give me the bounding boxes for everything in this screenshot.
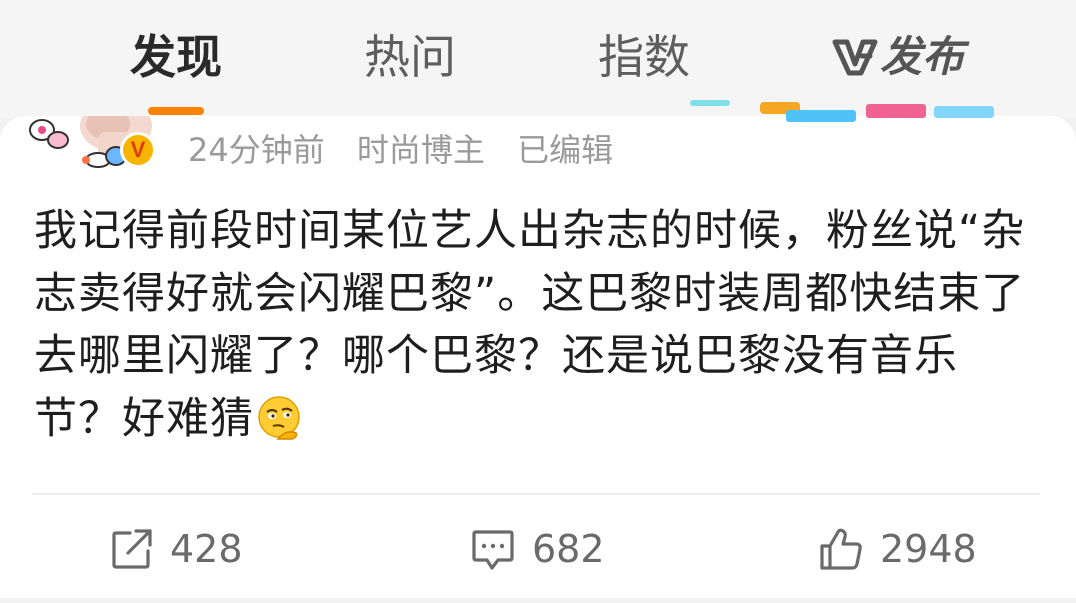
post-body: 我记得前段时间某位艺人出杂志的时候，粉丝说“杂志卖得好就会闪耀巴黎”。这巴黎时装… xyxy=(34,200,1044,450)
tab-hot-questions[interactable]: 热问 xyxy=(360,22,460,92)
comment-button[interactable]: 682 xyxy=(470,522,605,576)
repost-button[interactable]: 428 xyxy=(110,522,243,576)
previous-post-peek xyxy=(690,100,994,122)
active-tab-indicator xyxy=(148,107,204,115)
post-time: 24分钟前 xyxy=(188,131,325,169)
like-count: 2948 xyxy=(880,527,977,571)
comment-icon xyxy=(472,530,514,570)
tab-index[interactable]: 指数 xyxy=(594,22,694,92)
post-text: 我记得前段时间某位艺人出杂志的时候，粉丝说“杂志卖得好就会闪耀巴黎”。这巴黎时装… xyxy=(34,206,1026,444)
like-button[interactable]: 2948 xyxy=(818,522,977,576)
verified-badge-label: V xyxy=(130,137,146,162)
bottom-separator xyxy=(0,598,1076,603)
verified-badge: V xyxy=(120,132,156,168)
share-icon xyxy=(112,529,152,569)
edited-label[interactable]: 已编辑 xyxy=(517,131,613,169)
tab-discover[interactable]: 发现 xyxy=(120,22,232,92)
repost-count: 428 xyxy=(170,527,243,571)
comment-count: 682 xyxy=(532,527,605,571)
publish-label: 发布 xyxy=(880,32,965,81)
author-tag: 时尚博主 xyxy=(356,131,485,169)
post-meta: 24分钟前 时尚博主 已编辑 xyxy=(188,128,635,172)
author-avatar[interactable]: V xyxy=(28,116,156,176)
thinking-face-emoji-icon xyxy=(258,395,300,440)
card-divider xyxy=(32,493,1040,495)
thumbs-up-icon xyxy=(820,528,862,570)
v-logo-icon xyxy=(832,39,878,76)
